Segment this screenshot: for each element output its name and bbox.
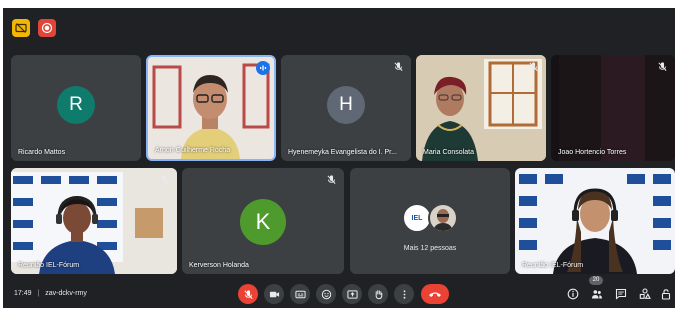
mic-off-icon	[160, 175, 169, 184]
participant-tile[interactable]: Reunião IEL-Fórum	[11, 168, 177, 274]
clock-time: 17:49	[14, 290, 32, 297]
leave-call-button[interactable]	[421, 284, 449, 304]
reactions-button[interactable]	[316, 284, 336, 304]
avatar	[428, 203, 458, 233]
separator: |	[37, 290, 40, 297]
people-icon	[592, 290, 602, 299]
mic-off-icon	[529, 62, 538, 71]
participant-tile[interactable]: Maria Consolata	[416, 55, 546, 161]
more-options-button[interactable]	[394, 284, 414, 304]
meet-window: R Ricardo Mattos Arnon Guilherme Rocha H…	[3, 8, 675, 308]
participant-video	[148, 57, 274, 159]
mic-off-icon	[658, 62, 667, 71]
present-button[interactable]	[342, 284, 362, 304]
activities-icon	[639, 288, 651, 299]
participant-tile[interactable]: Joao Hortencio Torres	[551, 55, 675, 161]
chat-icon	[615, 288, 627, 300]
captions-button[interactable]	[290, 284, 310, 304]
present-screen-icon	[346, 289, 358, 299]
meeting-code[interactable]: zav-dckv-rmy	[45, 290, 87, 297]
participant-video	[11, 168, 177, 274]
people-button[interactable]	[590, 287, 604, 301]
camera-toggle-button[interactable]	[264, 284, 284, 304]
participant-video	[515, 168, 675, 274]
more-participants-label: Mais 12 pessoas	[403, 245, 457, 252]
participant-tile-speaking[interactable]: Arnon Guilherme Rocha	[146, 55, 276, 161]
captions-off-icon[interactable]	[12, 19, 30, 37]
speaking-indicator-icon	[256, 61, 270, 75]
participant-name: Maria Consolata	[423, 149, 474, 156]
meeting-details: 17:49 | zav-dckv-rmy	[14, 290, 87, 297]
mic-off-icon	[394, 62, 403, 71]
avatar: R	[57, 86, 95, 124]
emoji-icon	[321, 289, 331, 299]
host-controls-button[interactable]	[659, 287, 673, 301]
people-count-badge: 20	[589, 276, 603, 285]
info-icon	[567, 288, 579, 300]
mic-off-icon	[243, 289, 253, 299]
more-options-icon	[403, 289, 405, 299]
participant-name: Hyenemeyka Evangelista do I. Pr...	[288, 149, 397, 156]
participant-name: Ricardo Mattos	[18, 149, 66, 156]
end-call-icon	[429, 292, 441, 297]
more-participants-tile[interactable]: IEL Mais 12 pessoas	[350, 168, 510, 274]
captions-icon	[294, 290, 306, 298]
mic-toggle-button[interactable]	[238, 284, 258, 304]
activities-button[interactable]	[638, 287, 652, 301]
raise-hand-icon	[375, 289, 382, 299]
participant-name: Reunião IEL-Fórum	[522, 262, 584, 269]
bottom-toolbar: 17:49 | zav-dckv-rmy 20	[3, 274, 675, 308]
participant-tile[interactable]: K Kerverson Holanda	[182, 168, 344, 274]
host-controls-icon	[661, 289, 671, 300]
participant-name: Joao Hortencio Torres	[558, 149, 627, 156]
video-camera-icon	[269, 291, 279, 297]
chat-button[interactable]	[614, 287, 628, 301]
avatar: K	[240, 199, 286, 245]
participant-tile[interactable]: H Hyenemeyka Evangelista do I. Pr...	[281, 55, 411, 161]
raise-hand-button[interactable]	[368, 284, 388, 304]
participant-tile[interactable]: Reunião IEL-Fórum	[515, 168, 675, 274]
participant-name: Arnon Guilherme Rocha	[155, 147, 231, 154]
participant-tile[interactable]: R Ricardo Mattos	[11, 55, 141, 161]
participant-video	[416, 55, 546, 161]
avatar: H	[327, 86, 365, 124]
mic-off-icon	[327, 175, 336, 184]
participant-name: Kerverson Holanda	[189, 262, 249, 269]
meeting-info-button[interactable]	[566, 287, 580, 301]
recording-icon[interactable]	[38, 19, 56, 37]
iel-logo: IEL	[411, 214, 423, 222]
participant-name: Reunião IEL-Fórum	[18, 262, 80, 269]
